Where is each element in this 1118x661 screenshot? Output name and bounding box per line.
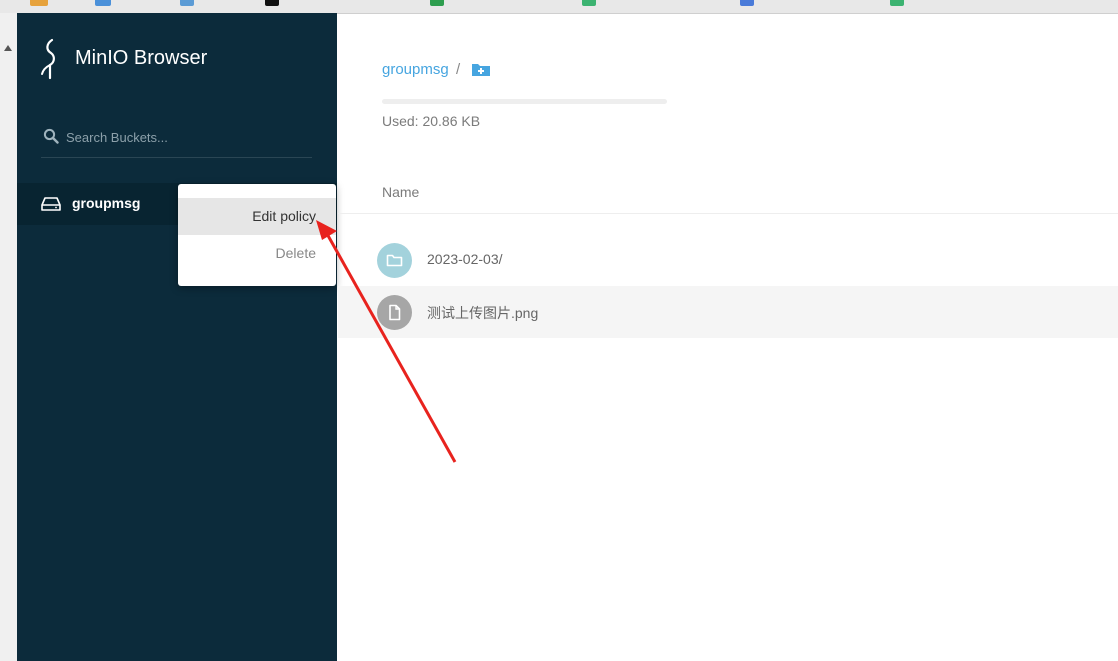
sidebar: MinIO Browser groupmsg [17,13,337,661]
app-title: MinIO Browser [75,47,208,69]
storage-used-text: Used: 20.86 KB [382,113,481,129]
bookmark-icon[interactable] [890,0,904,6]
bookmark-icon[interactable] [740,0,754,6]
file-name[interactable]: 测试上传图片.png [427,303,538,323]
search-buckets-input[interactable] [66,130,306,145]
folder-icon [377,243,412,278]
table-row[interactable]: 测试上传图片.png [338,286,1118,338]
bookmark-icon[interactable] [30,0,48,6]
bookmark-icon[interactable] [430,0,444,6]
file-name[interactable]: 2023-02-03/ [427,251,503,267]
bookmark-icon[interactable] [582,0,596,6]
bucket-label: groupmsg [72,195,141,211]
window-scrollbar[interactable] [0,13,17,661]
bucket-context-menu: Edit policy Delete [178,184,336,286]
search-underline [41,157,312,158]
bookmark-icon[interactable] [180,0,194,6]
delete-menu-item[interactable]: Delete [178,235,336,272]
browser-bookmarks-bar [0,0,1118,14]
hard-drive-icon [41,197,61,211]
table-row[interactable]: 2023-02-03/ [338,234,1118,286]
minio-logo-icon [41,38,55,80]
file-icon [377,295,412,330]
scroll-up-arrow-icon[interactable] [4,45,12,51]
breadcrumb-bucket-link[interactable]: groupmsg [382,61,449,78]
search-icon [43,128,59,144]
bookmark-icon[interactable] [95,0,111,6]
bookmark-icon[interactable] [265,0,279,6]
storage-usage-bar [382,99,667,104]
header-divider [338,213,1118,214]
breadcrumb-separator: / [456,61,461,78]
name-column-header[interactable]: Name [382,184,419,200]
add-folder-icon[interactable] [471,62,491,77]
edit-policy-menu-item[interactable]: Edit policy [178,198,336,235]
